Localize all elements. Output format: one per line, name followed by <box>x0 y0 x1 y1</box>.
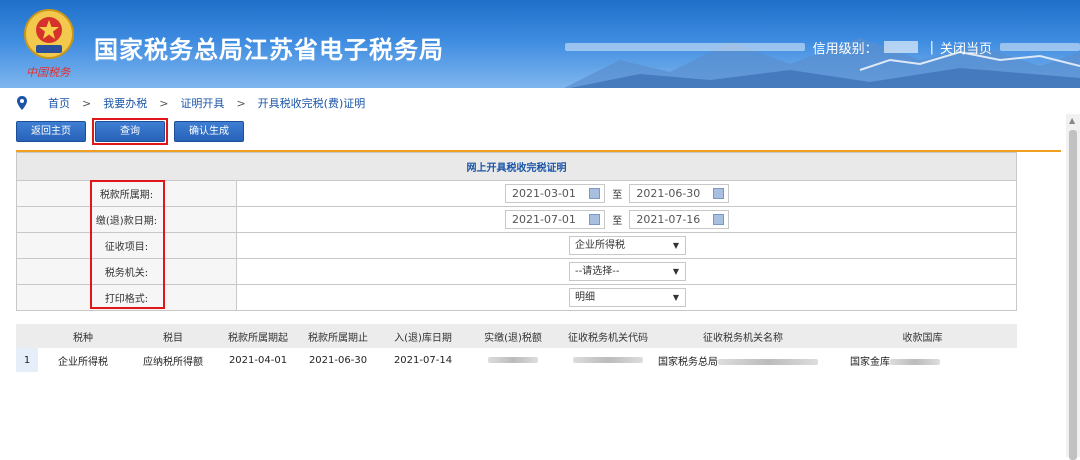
tax-period-end-value: 2021-06-30 <box>636 187 701 200</box>
confirm-generate-button[interactable]: 确认生成 <box>174 121 244 142</box>
tax-period-end-input[interactable]: 2021-06-30 <box>629 184 730 203</box>
breadcrumb-tax-handling[interactable]: 我要办税 <box>103 95 147 111</box>
tax-office-value: --请选择-- <box>575 266 620 277</box>
to-label: 至 <box>612 216 623 227</box>
cell-tax-item: 应纳税所得额 <box>143 356 203 368</box>
breadcrumb-chevron-icon: > <box>159 96 169 110</box>
table-row[interactable]: 1 企业所得税 应纳税所得额 2021-04-01 2021-06-30 202… <box>16 348 1017 372</box>
form-row-print-format: 打印格式: 明细 ▼ <box>16 284 1017 311</box>
cell-storage-date: 2021-07-14 <box>393 354 453 366</box>
header-separator: | <box>929 39 934 55</box>
header-bar-decor <box>564 43 805 51</box>
breadcrumb-chevron-icon: > <box>82 96 92 110</box>
query-button-highlight: 查询 <box>92 118 168 145</box>
cell-period-start: 2021-04-01 <box>228 354 288 366</box>
header-paid-amount: 实缴(退)税额 <box>468 324 558 348</box>
tax-period-cell: 2021-03-01 至 2021-06-30 <box>236 180 1017 207</box>
levy-item-cell: 企业所得税 ▼ <box>236 232 1017 259</box>
dropdown-arrow-icon: ▼ <box>672 293 679 302</box>
header-office-code: 征收税务机关代码 <box>558 324 658 348</box>
cell-office-name: 国家税务总局 <box>658 348 828 372</box>
labels-highlight-box <box>90 180 165 309</box>
header-bar-decor-right <box>1000 43 1080 51</box>
pay-date-start-value: 2021-07-01 <box>512 213 576 226</box>
back-home-button[interactable]: 返回主页 <box>16 121 86 142</box>
tax-period-start-value: 2021-03-01 <box>512 187 576 200</box>
header-treasury: 收款国库 <box>828 324 1017 348</box>
levy-item-select[interactable]: 企业所得税 ▼ <box>569 236 686 255</box>
form-row-tax-period: 税款所属期: 2021-03-01 至 2021-06-30 <box>16 180 1017 207</box>
form-row-tax-office: 税务机关: --请选择-- ▼ <box>16 258 1017 285</box>
treasury-prefix: 国家金库 <box>850 356 890 368</box>
result-table: 税种 税目 税款所属期起 税款所属期止 入(退)库日期 实缴(退)税额 征收税务… <box>16 324 1017 372</box>
dropdown-arrow-icon: ▼ <box>672 267 679 276</box>
cell-paid-amount <box>468 348 558 372</box>
tax-emblem-icon <box>24 9 74 59</box>
signature-logo: 中国税务 <box>26 66 70 79</box>
site-header: 中国税务 国家税务总局江苏省电子税务局 信用级别： | 关闭当页 <box>0 0 1080 88</box>
cell-period-end: 2021-06-30 <box>308 354 368 366</box>
tax-office-cell: --请选择-- ▼ <box>236 258 1017 285</box>
cell-treasury: 国家金库 <box>828 348 1017 372</box>
tax-period-start-input[interactable]: 2021-03-01 <box>505 184 605 203</box>
breadcrumb-certificate[interactable]: 证明开具 <box>180 95 224 111</box>
credit-level-value-masked <box>883 41 918 53</box>
masked-amount <box>488 356 538 363</box>
header-storage-date: 入(退)库日期 <box>378 324 468 348</box>
pay-date-cell: 2021-07-01 至 2021-07-16 <box>236 206 1017 233</box>
credit-level-label: 信用级别： <box>812 41 878 57</box>
header-tax-type: 税种 <box>38 324 128 348</box>
scroll-up-arrow-icon[interactable]: ▲ <box>1069 116 1075 125</box>
scrollbar-thumb[interactable] <box>1069 130 1077 460</box>
close-page-link[interactable]: 关闭当页 <box>940 38 992 57</box>
print-format-value: 明细 <box>575 292 595 303</box>
print-format-cell: 明细 ▼ <box>236 284 1017 311</box>
dropdown-arrow-icon: ▼ <box>672 241 679 250</box>
toolbar: 返回主页 查询 确认生成 <box>16 118 244 145</box>
header-period-start: 税款所属期起 <box>218 324 298 348</box>
pay-date-start-input[interactable]: 2021-07-01 <box>505 210 605 229</box>
form-row-levy-item: 征收项目: 企业所得税 ▼ <box>16 232 1017 259</box>
vertical-scrollbar[interactable]: ▲ <box>1066 114 1080 460</box>
header-right-area: 信用级别： | 关闭当页 <box>564 38 1080 57</box>
location-pin-icon <box>17 96 27 110</box>
masked-office-name <box>718 358 818 365</box>
site-title: 国家税务总局江苏省电子税务局 <box>94 36 444 64</box>
result-header-row: 税种 税目 税款所属期起 税款所属期止 入(退)库日期 实缴(退)税额 征收税务… <box>16 324 1017 348</box>
masked-treasury <box>890 358 940 365</box>
form-row-pay-date: 缴(退)款日期: 2021-07-01 至 2021-07-16 <box>16 206 1017 233</box>
pay-date-end-input[interactable]: 2021-07-16 <box>629 210 730 229</box>
form-title-row: 网上开具税收完税证明 <box>16 152 1017 181</box>
print-format-select[interactable]: 明细 ▼ <box>569 288 686 307</box>
query-form: 网上开具税收完税证明 税款所属期: 2021-03-01 至 2021-06-3… <box>16 152 1017 311</box>
calendar-icon[interactable] <box>589 188 600 199</box>
cell-office-code <box>558 348 658 372</box>
header-office-name: 征收税务机关名称 <box>658 324 828 348</box>
breadcrumb-current: 开具税收完税(费)证明 <box>257 97 366 110</box>
tax-office-select[interactable]: --请选择-- ▼ <box>569 262 686 281</box>
calendar-icon[interactable] <box>589 214 600 225</box>
to-label: 至 <box>612 190 623 201</box>
breadcrumb: 首页 > 我要办税 > 证明开具 > 开具税收完税(费)证明 <box>0 92 1080 114</box>
breadcrumb-chevron-icon: > <box>236 96 246 110</box>
calendar-icon[interactable] <box>713 214 725 225</box>
query-button[interactable]: 查询 <box>95 121 165 142</box>
cell-tax-type: 企业所得税 <box>58 356 108 368</box>
row-index: 1 <box>16 348 38 372</box>
pay-date-end-value: 2021-07-16 <box>636 213 701 226</box>
levy-item-value: 企业所得税 <box>575 240 625 251</box>
breadcrumb-home[interactable]: 首页 <box>48 95 70 111</box>
header-period-end: 税款所属期止 <box>298 324 378 348</box>
masked-office-code <box>573 356 643 363</box>
calendar-icon[interactable] <box>713 188 725 199</box>
form-title: 网上开具税收完税证明 <box>16 152 1017 181</box>
header-tax-item: 税目 <box>128 324 218 348</box>
header-index <box>16 324 38 348</box>
office-name-prefix: 国家税务总局 <box>658 356 718 368</box>
